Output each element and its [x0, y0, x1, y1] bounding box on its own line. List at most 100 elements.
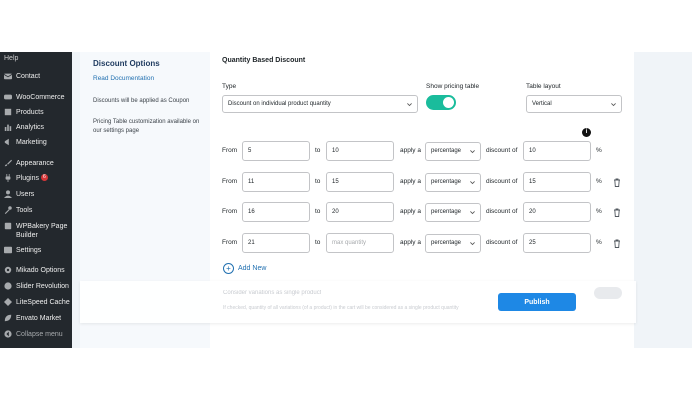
variations-note: If checked, quantity of all variations (…: [223, 305, 459, 311]
discount-value-input[interactable]: 25: [523, 233, 591, 253]
info-icon[interactable]: i: [582, 128, 591, 137]
menu-item-mikado-options[interactable]: Mikado Options: [0, 266, 72, 275]
chevron-down-icon: [470, 150, 475, 154]
percent-unit: %: [596, 239, 602, 246]
user-icon: [4, 190, 12, 198]
apply-label: apply a: [400, 147, 421, 154]
publish-bar: Consider variations as single product If…: [80, 281, 636, 323]
builder-icon: [4, 222, 12, 230]
menu-item-settings[interactable]: Settings: [0, 246, 72, 255]
menu-item-marketing[interactable]: Marketing: [0, 138, 72, 147]
settings-icon: [4, 246, 12, 254]
publish-button[interactable]: Publish: [498, 293, 576, 311]
to-label: to: [315, 178, 321, 185]
show-pricing-table-toggle[interactable]: [426, 95, 456, 110]
panel-title: Discount Options: [93, 59, 160, 68]
variations-toggle[interactable]: [594, 287, 622, 299]
menu-item-woocommerce[interactable]: WooCommerce: [0, 93, 72, 102]
coupon-note: Discounts will be applied as Coupon: [93, 98, 190, 104]
type-select[interactable]: Discount on individual product quantity: [222, 95, 418, 113]
menu-item-plugins[interactable]: Plugins 6: [0, 174, 72, 183]
diamond-icon: [4, 298, 12, 306]
chevron-down-icon: [470, 242, 475, 246]
table-layout-select[interactable]: Vertical: [526, 95, 622, 113]
trash-icon[interactable]: [613, 178, 621, 187]
to-quantity-input[interactable]: max quantity: [326, 233, 394, 253]
to-quantity-input[interactable]: 20: [326, 202, 394, 222]
menu-item-envato-market[interactable]: Envato Market: [0, 314, 72, 323]
add-new-rule-button[interactable]: + Add New: [223, 263, 266, 274]
leaf-icon: [4, 314, 12, 322]
discount-type-select[interactable]: percentage: [425, 173, 481, 192]
discount-value-input[interactable]: 15: [523, 172, 591, 192]
read-documentation-link[interactable]: Read Documentation: [93, 75, 154, 82]
trash-icon[interactable]: [613, 208, 621, 217]
box-icon: [4, 108, 12, 116]
table-layout-label: Table layout: [526, 83, 561, 90]
wp-admin-menu: Help Contact WooCommerce Products Analyt…: [0, 52, 72, 348]
collapse-icon: [4, 330, 12, 338]
apply-label: apply a: [400, 239, 421, 246]
chevron-down-icon: [470, 211, 475, 215]
apply-label: apply a: [400, 178, 421, 185]
percent-unit: %: [596, 208, 602, 215]
brush-icon: [4, 159, 12, 167]
from-label: From: [222, 178, 238, 185]
chevron-down-icon: [407, 103, 412, 107]
variations-label: Consider variations as single product: [223, 290, 322, 296]
trash-icon[interactable]: [613, 239, 621, 248]
toggle-knob: [443, 97, 454, 108]
screenshot-frame: Help Contact WooCommerce Products Analyt…: [0, 52, 692, 348]
discount-type-select[interactable]: percentage: [425, 203, 481, 222]
megaphone-icon: [4, 138, 9, 146]
from-quantity-input[interactable]: 5: [242, 141, 310, 161]
menu-item-appearance[interactable]: Appearance: [0, 159, 72, 168]
menu-item-slider-revolution[interactable]: Slider Revolution: [0, 282, 72, 291]
mail-icon: [4, 73, 12, 80]
section-title: Quantity Based Discount: [222, 57, 306, 64]
to-label: to: [315, 147, 321, 154]
menu-item-analytics[interactable]: Analytics: [0, 123, 72, 132]
from-quantity-input[interactable]: 16: [242, 202, 310, 222]
percent-unit: %: [596, 147, 602, 154]
type-label: Type: [222, 83, 237, 90]
plus-icon: +: [223, 263, 234, 274]
discount-of-label: discount of: [486, 147, 518, 154]
gear-icon: [4, 266, 12, 274]
chevron-down-icon: [611, 103, 616, 107]
to-label: to: [315, 239, 321, 246]
to-quantity-input[interactable]: 10: [326, 141, 394, 161]
discount-value-input[interactable]: 20: [523, 202, 591, 222]
show-pricing-table-label: Show pricing table: [426, 83, 480, 90]
menu-item-contact[interactable]: Contact: [0, 72, 72, 81]
from-label: From: [222, 208, 238, 215]
from-quantity-input[interactable]: 21: [242, 233, 310, 253]
to-quantity-input[interactable]: 15: [326, 172, 394, 192]
collapse-menu[interactable]: Collapse menu: [0, 330, 72, 339]
pricing-table-note: Pricing Table customization available on…: [93, 119, 200, 134]
menu-item-users[interactable]: Users: [0, 190, 72, 199]
discount-of-label: discount of: [486, 208, 518, 215]
to-label: to: [315, 208, 321, 215]
discount-of-label: discount of: [486, 178, 518, 185]
menu-item-litespeed-cache[interactable]: LiteSpeed Cache: [0, 298, 72, 307]
plug-icon: [5, 174, 11, 182]
from-label: From: [222, 239, 238, 246]
slider-icon: [4, 282, 12, 290]
percent-unit: %: [596, 178, 602, 185]
help-link[interactable]: Help: [4, 55, 18, 62]
wrench-icon: [4, 206, 12, 214]
plugins-update-badge: 6: [40, 174, 48, 181]
from-label: From: [222, 147, 238, 154]
bar-chart-icon: [4, 124, 12, 131]
woocommerce-icon: [4, 94, 12, 100]
discount-of-label: discount of: [486, 239, 518, 246]
menu-item-wpbakery[interactable]: WPBakery Page Builder: [0, 222, 72, 240]
menu-item-products[interactable]: Products: [0, 108, 72, 117]
menu-item-tools[interactable]: Tools: [0, 206, 72, 215]
discount-type-select[interactable]: percentage: [425, 142, 481, 161]
from-quantity-input[interactable]: 11: [242, 172, 310, 192]
discount-value-input[interactable]: 10: [523, 141, 591, 161]
apply-label: apply a: [400, 208, 421, 215]
discount-type-select[interactable]: percentage: [425, 234, 481, 253]
